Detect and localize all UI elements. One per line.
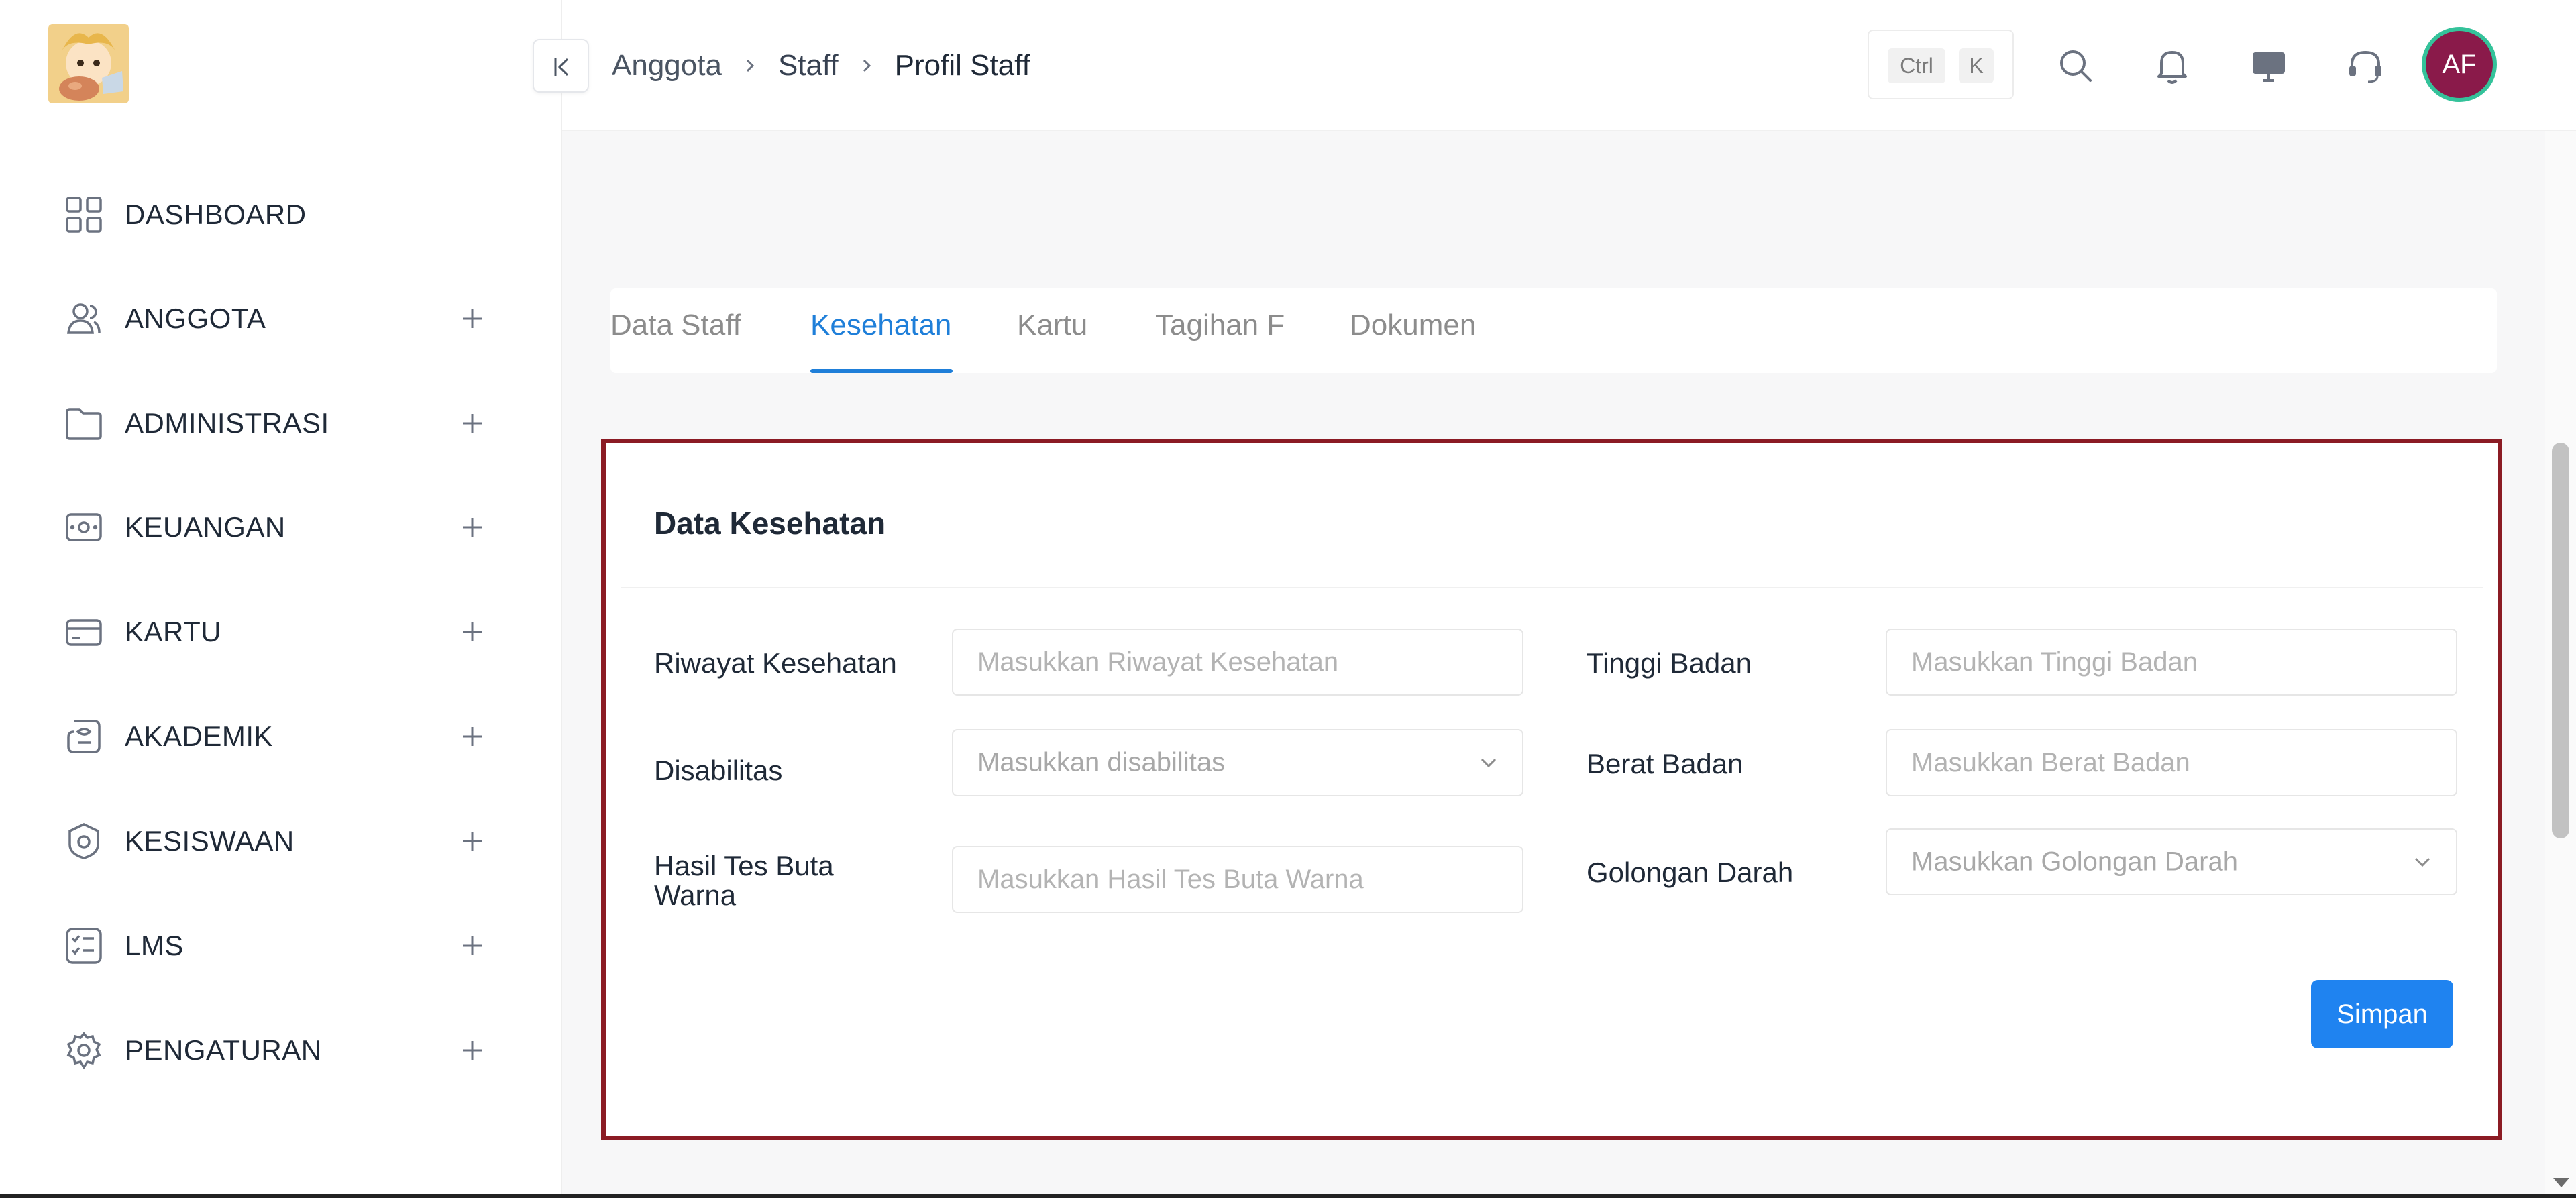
expand-plus-icon[interactable] <box>459 305 486 332</box>
collapse-icon <box>554 58 569 76</box>
expand-plus-icon[interactable] <box>459 828 486 855</box>
sidebar-item-akademik[interactable]: AKADEMIK <box>0 696 562 777</box>
hasil-tes-buta-warna-input[interactable] <box>952 846 1523 913</box>
sidebar-item-administrasi[interactable]: ADMINISTRASI <box>0 383 562 464</box>
tinggi-badan-input[interactable] <box>1886 629 2457 696</box>
riwayat-kesehatan-input[interactable] <box>952 629 1523 696</box>
chevron-down-icon <box>2414 857 2430 867</box>
sidebar: DASHBOARD ANGGOTA ADMINISTRASI KEUANGAN <box>0 0 562 1198</box>
tab-label: Dokumen <box>1350 309 1477 341</box>
disabilitas-select[interactable]: Masukkan disabilitas <box>952 729 1523 796</box>
app-logo[interactable] <box>48 24 129 103</box>
expand-plus-icon[interactable] <box>459 932 486 959</box>
sidebar-item-label: KEUANGAN <box>125 511 286 543</box>
label-disabilitas: Disabilitas <box>654 755 783 786</box>
collapse-sidebar-button[interactable] <box>533 39 589 93</box>
headset-icon[interactable] <box>2344 44 2387 87</box>
sidebar-item-label: LMS <box>125 930 184 961</box>
wallet-icon <box>66 513 102 541</box>
expand-plus-icon[interactable] <box>459 410 486 437</box>
tab-tagihan[interactable]: Tagihan F <box>1155 309 1287 373</box>
scrollbar-thumb[interactable] <box>2552 443 2569 838</box>
sidebar-item-label: DASHBOARD <box>125 199 307 230</box>
expand-plus-icon[interactable] <box>459 618 486 645</box>
chevron-right-icon <box>746 59 755 72</box>
tab-label: Kartu <box>1017 309 1088 341</box>
select-placeholder: Masukkan Golongan Darah <box>1911 847 2238 877</box>
breadcrumb-item-staff[interactable]: Staff <box>778 49 839 83</box>
folder-icon <box>66 408 102 440</box>
sidebar-item-anggota[interactable]: ANGGOTA <box>0 278 562 359</box>
scroll-down-arrow-icon[interactable] <box>2549 1173 2573 1193</box>
breadcrumb: Anggota Staff Profil Staff <box>612 46 1030 86</box>
label-golongan-darah: Golongan Darah <box>1587 857 1794 888</box>
sidebar-item-label: AKADEMIK <box>125 720 274 752</box>
window-bottom-edge <box>0 1194 2576 1198</box>
label-hasil-tes-buta-warna: Hasil Tes Buta Warna <box>654 850 834 911</box>
user-avatar[interactable]: AF <box>2422 27 2497 102</box>
card-icon <box>66 619 102 646</box>
sidebar-item-pengaturan[interactable]: PENGATURAN <box>0 1010 562 1091</box>
gear-icon <box>66 1032 101 1070</box>
chevron-down-icon <box>1481 758 1497 768</box>
tab-label: Tagihan F <box>1155 309 1285 341</box>
golongan-darah-select[interactable]: Masukkan Golongan Darah <box>1886 828 2457 895</box>
sidebar-item-label: KESISWAAN <box>125 825 294 857</box>
tab-kartu[interactable]: Kartu <box>1017 309 1091 373</box>
tab-label: Kesehatan <box>810 309 952 341</box>
users-icon <box>67 303 101 334</box>
badge-icon <box>68 823 99 859</box>
tab-label: Data Staff <box>610 309 741 341</box>
health-data-card: Data Kesehatan Riwayat Kesehatan Disabil… <box>601 439 2502 1140</box>
berat-badan-input[interactable] <box>1886 729 2457 796</box>
sidebar-item-dashboard[interactable]: DASHBOARD <box>0 174 562 255</box>
academic-icon <box>67 720 101 753</box>
bell-icon[interactable] <box>2151 44 2194 87</box>
sidebar-item-label: PENGATURAN <box>125 1034 322 1066</box>
breadcrumb-item-current: Profil Staff <box>894 49 1030 82</box>
label-tinggi-badan: Tinggi Badan <box>1587 647 1752 679</box>
monitor-icon[interactable] <box>2247 44 2290 87</box>
tab-dokumen[interactable]: Dokumen <box>1350 309 1481 373</box>
checklist-icon <box>66 928 102 964</box>
active-tab-indicator <box>810 369 953 373</box>
sidebar-item-kartu[interactable]: KARTU <box>0 592 562 672</box>
search-icon[interactable] <box>2054 44 2097 87</box>
sidebar-item-label: ANGGOTA <box>125 303 266 334</box>
expand-plus-icon[interactable] <box>459 1037 486 1064</box>
sidebar-item-keuangan[interactable]: KEUANGAN <box>0 487 562 567</box>
dashboard-grid-icon <box>66 197 102 233</box>
card-divider <box>621 587 2483 588</box>
card-title: Data Kesehatan <box>654 506 886 541</box>
kbd-k: K <box>1959 48 1994 83</box>
command-palette-shortcut[interactable]: Ctrl K <box>1868 30 2014 99</box>
expand-plus-icon[interactable] <box>459 723 486 750</box>
tab-kesehatan[interactable]: Kesehatan <box>810 309 953 373</box>
breadcrumb-item-anggota[interactable]: Anggota <box>612 49 722 83</box>
save-button[interactable]: Simpan <box>2311 980 2453 1048</box>
chevron-right-icon <box>863 59 871 72</box>
sidebar-item-label: KARTU <box>125 616 222 647</box>
profile-tabs: Data Staff Kesehatan Kartu Tagihan F Dok… <box>610 288 2497 373</box>
expand-plus-icon[interactable] <box>459 514 486 541</box>
tab-data-staff[interactable]: Data Staff <box>610 309 745 373</box>
label-riwayat-kesehatan: Riwayat Kesehatan <box>654 647 897 679</box>
sidebar-item-lms[interactable]: LMS <box>0 906 562 986</box>
label-berat-badan: Berat Badan <box>1587 748 1743 779</box>
kbd-ctrl: Ctrl <box>1888 48 1945 83</box>
sidebar-item-kesiswaan[interactable]: KESISWAAN <box>0 801 562 881</box>
sidebar-item-label: ADMINISTRASI <box>125 407 329 439</box>
select-placeholder: Masukkan disabilitas <box>977 747 1226 777</box>
